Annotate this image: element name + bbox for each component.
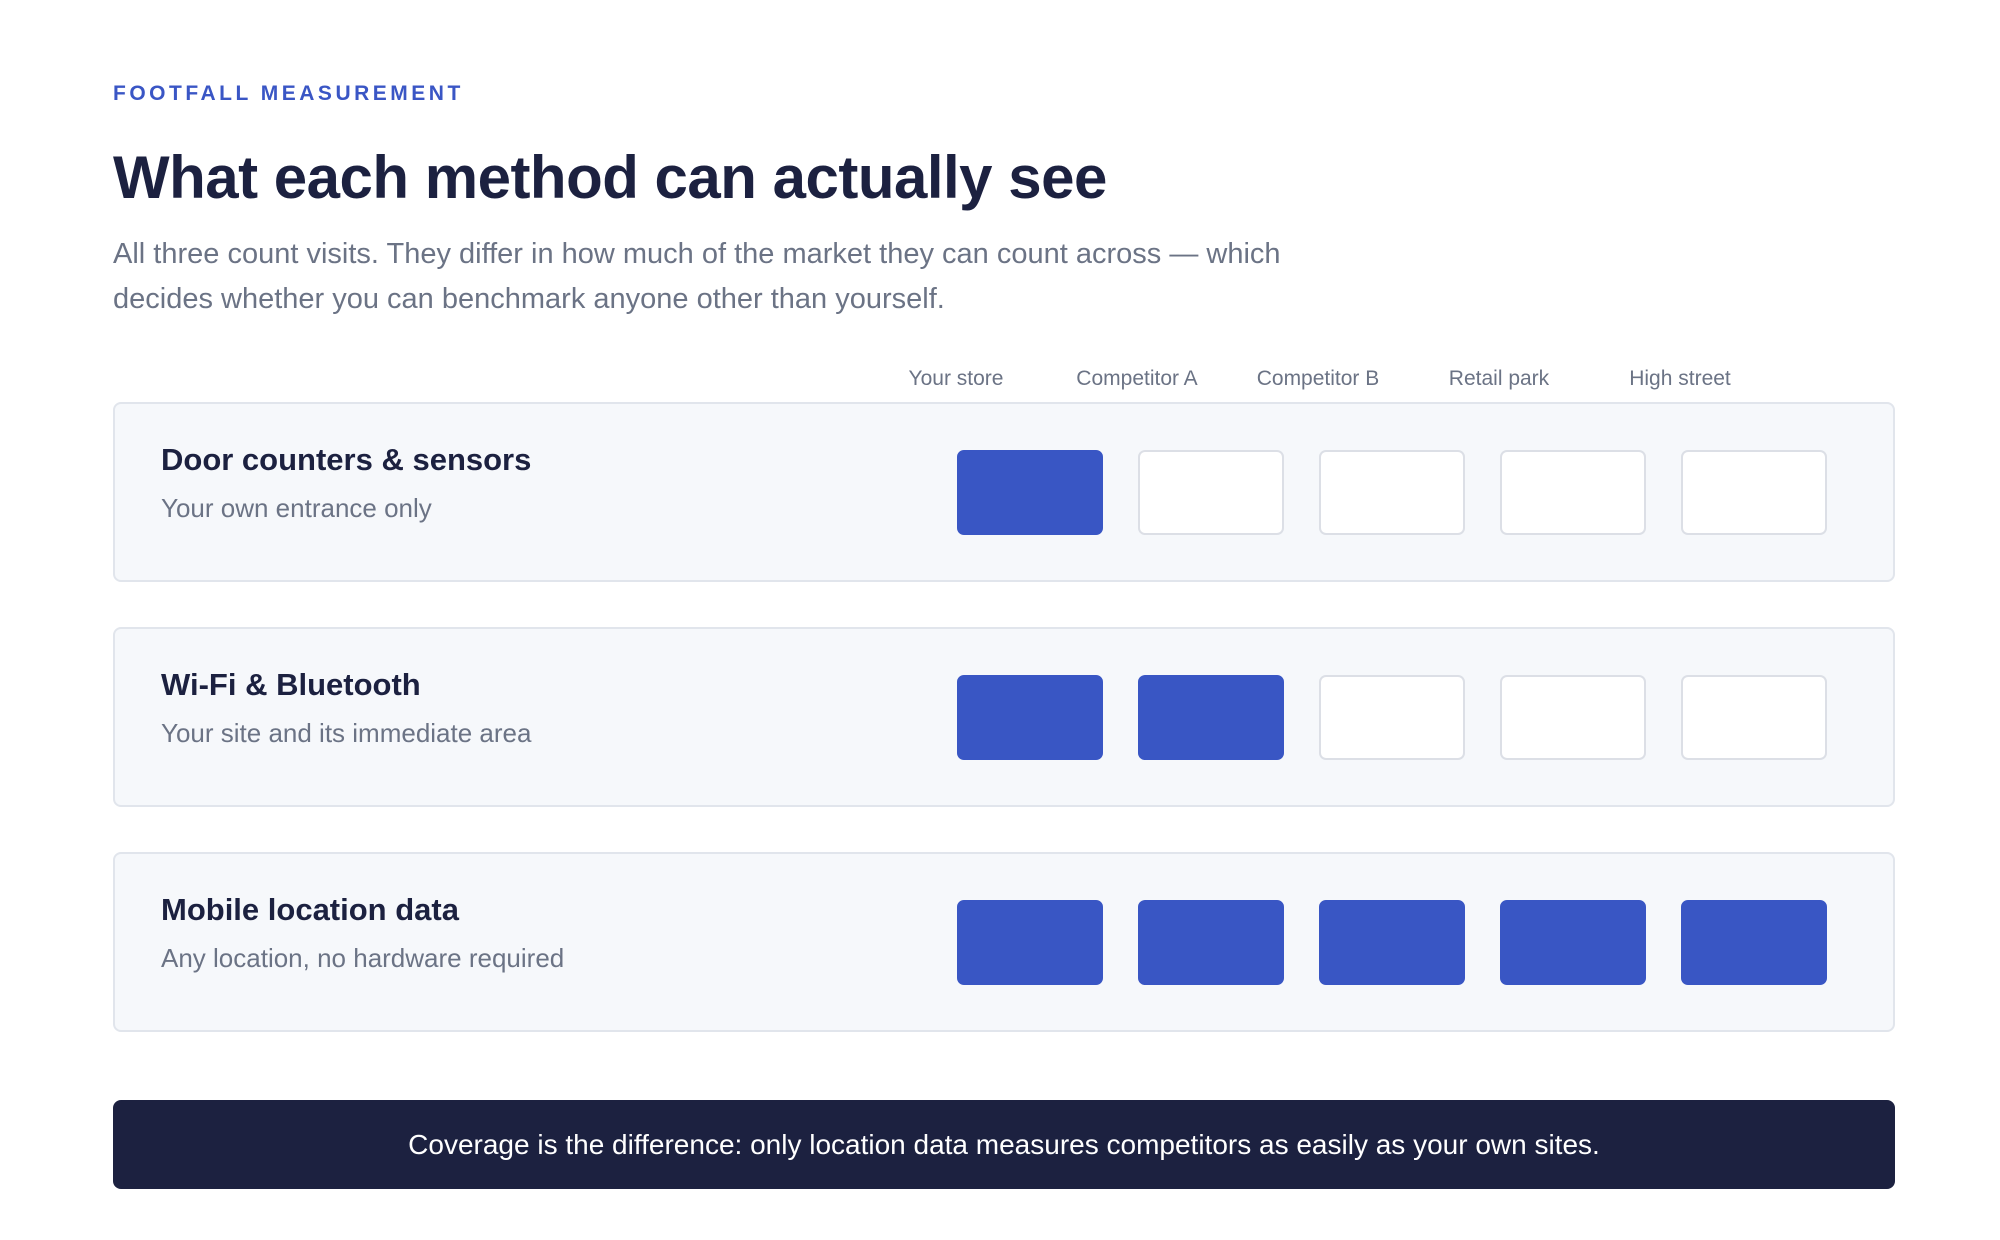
method-row-wifi-bluetooth: Wi-Fi & Bluetooth Your site and its imme… (113, 627, 1895, 807)
coverage-cell-competitor-a (1138, 450, 1284, 535)
column-header-competitor-b: Competitor B (1256, 367, 1380, 390)
coverage-cell-your-store (957, 675, 1103, 760)
coverage-cell-high-street (1681, 675, 1827, 760)
method-description: Your own entrance only (161, 493, 432, 523)
column-headers: Your store Competitor A Competitor B Ret… (909, 367, 1856, 397)
method-row-mobile-location: Mobile location data Any location, no ha… (113, 852, 1895, 1032)
coverage-cell-competitor-b (1319, 450, 1465, 535)
method-row-door-counters: Door counters & sensors Your own entranc… (113, 402, 1895, 582)
method-description: Your site and its immediate area (161, 718, 532, 748)
page-subtitle: All three count visits. They differ in h… (113, 238, 1281, 315)
coverage-cell-your-store (957, 450, 1103, 535)
column-header-your-store: Your store (908, 367, 1004, 390)
coverage-cell-competitor-b (1319, 675, 1465, 760)
coverage-cell-competitor-b (1319, 900, 1465, 985)
coverage-cell-retail-park (1500, 900, 1646, 985)
coverage-cell-competitor-a (1138, 900, 1284, 985)
coverage-cell-retail-park (1500, 675, 1646, 760)
method-description: Any location, no hardware required (161, 943, 565, 973)
eyebrow-label: FOOTFALL MEASUREMENT (113, 82, 464, 105)
coverage-cell-your-store (957, 900, 1103, 985)
coverage-cell-high-street (1681, 900, 1827, 985)
coverage-cell-high-street (1681, 450, 1827, 535)
method-name: Wi-Fi & Bluetooth (161, 667, 421, 702)
coverage-cell-competitor-a (1138, 675, 1284, 760)
page-title: What each method can actually see (113, 144, 1107, 211)
coverage-cell-retail-park (1500, 450, 1646, 535)
column-header-retail-park: Retail park (1448, 367, 1550, 390)
conclusion-banner: Coverage is the difference: only locatio… (113, 1100, 1895, 1189)
method-name: Door counters & sensors (161, 442, 532, 477)
column-header-high-street: High street (1629, 367, 1731, 390)
column-header-competitor-a: Competitor A (1076, 367, 1198, 390)
method-name: Mobile location data (161, 892, 459, 927)
